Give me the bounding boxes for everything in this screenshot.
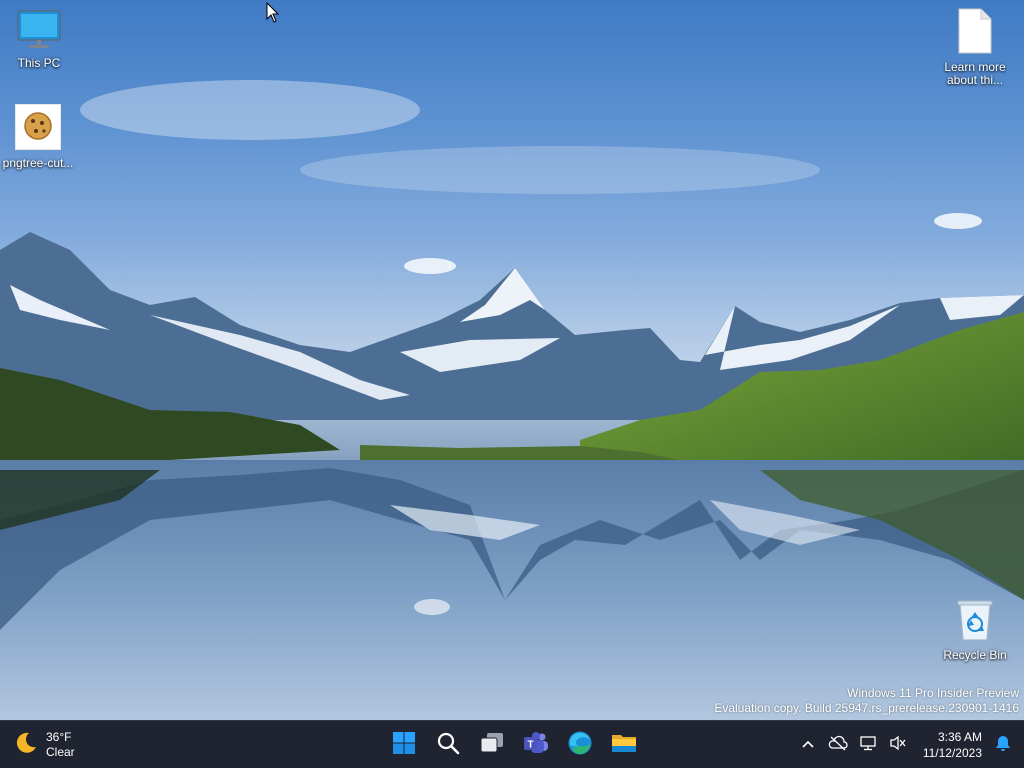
mouse-cursor-icon (266, 2, 280, 23)
watermark-line-2: Evaluation copy. Build 25947.rs_prerelea… (714, 701, 1019, 715)
weather-widget[interactable]: 36°F Clear (14, 727, 75, 763)
search-icon (436, 731, 460, 760)
desktop-icon-this-pc[interactable]: This PC (0, 10, 79, 70)
moon-icon (14, 731, 38, 760)
document-icon (935, 8, 1015, 57)
desktop-icon-label: Learn more about thi... (944, 60, 1006, 87)
watermark-line-1: Windows 11 Pro Insider Preview (847, 686, 1019, 700)
task-view-button[interactable] (472, 725, 512, 765)
edge-icon (567, 730, 593, 761)
search-button[interactable] (428, 725, 468, 765)
desktop-icon-label: pngtree-cut... (2, 156, 74, 170)
system-tray: 3:36 AM 11/12/2023 (793, 721, 1024, 769)
desktop-icon-label: This PC (17, 56, 61, 70)
start-button[interactable] (384, 725, 424, 765)
cookie-image-icon (0, 103, 78, 153)
edge-button[interactable] (560, 725, 600, 765)
teams-icon: T (523, 731, 549, 760)
recycle-bin-icon (935, 598, 1015, 645)
clock-date: 11/12/2023 (922, 746, 982, 760)
taskbar-pinned-apps: T (384, 725, 644, 765)
desktop-icon-recycle-bin[interactable]: Recycle Bin (935, 598, 1015, 662)
monitor-icon (0, 10, 79, 53)
notification-bell-icon (995, 734, 1011, 757)
taskbar: 36°F Clear T 3:36 AM 11/12/2023 (0, 720, 1024, 768)
desktop-icon-learn-more[interactable]: Learn more about thi... (935, 8, 1015, 87)
file-explorer-icon (611, 731, 637, 760)
file-explorer-button[interactable] (604, 725, 644, 765)
notification-center-button[interactable] (988, 725, 1018, 765)
chevron-up-icon (801, 736, 815, 754)
task-view-icon (479, 731, 505, 760)
volume-muted-icon (889, 735, 907, 756)
clock-time: 3:36 AM (937, 730, 982, 744)
desktop-icon-label: Recycle Bin (943, 648, 1007, 662)
desktop-icon-pngtree-file[interactable]: pngtree-cut... (0, 103, 78, 170)
taskbar-clock[interactable]: 3:36 AM 11/12/2023 (913, 729, 988, 761)
desktop[interactable]: This PC pngtree-cut... Learn more about … (0, 0, 1024, 720)
show-hidden-icons-button[interactable] (793, 725, 823, 765)
windows-logo-icon (392, 731, 416, 760)
svg-text:T: T (527, 739, 533, 750)
windows-evaluation-watermark: Windows 11 Pro Insider Preview Evaluatio… (714, 686, 1019, 716)
network-tray-button[interactable] (853, 725, 883, 765)
teams-button[interactable]: T (516, 725, 556, 765)
network-icon (859, 735, 877, 756)
weather-temperature: 36°F (46, 730, 72, 744)
onedrive-tray-button[interactable] (823, 725, 853, 765)
weather-condition: Clear (46, 745, 75, 759)
volume-tray-button[interactable] (883, 725, 913, 765)
onedrive-offline-icon (828, 735, 848, 756)
wallpaper-landscape (0, 80, 1024, 720)
